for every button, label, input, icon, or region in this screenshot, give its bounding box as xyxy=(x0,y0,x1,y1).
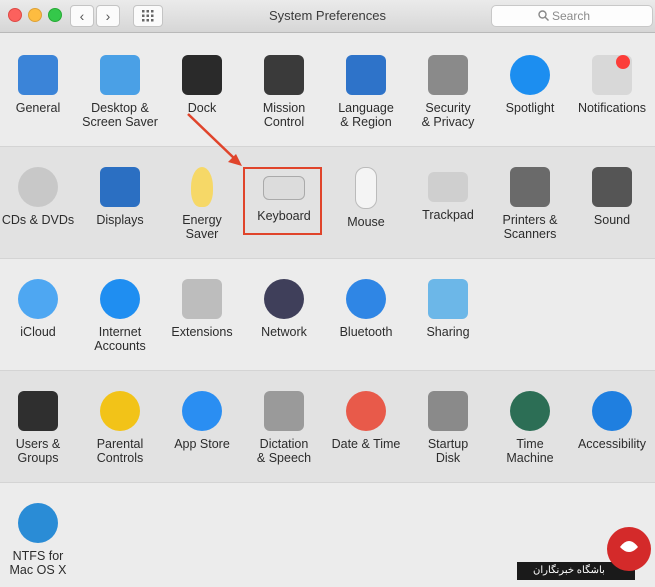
watermark: باشگاه خبرنگاران xyxy=(517,527,655,582)
watermark-text: باشگاه خبرنگاران xyxy=(533,565,605,576)
annotation-arrow xyxy=(187,113,242,166)
